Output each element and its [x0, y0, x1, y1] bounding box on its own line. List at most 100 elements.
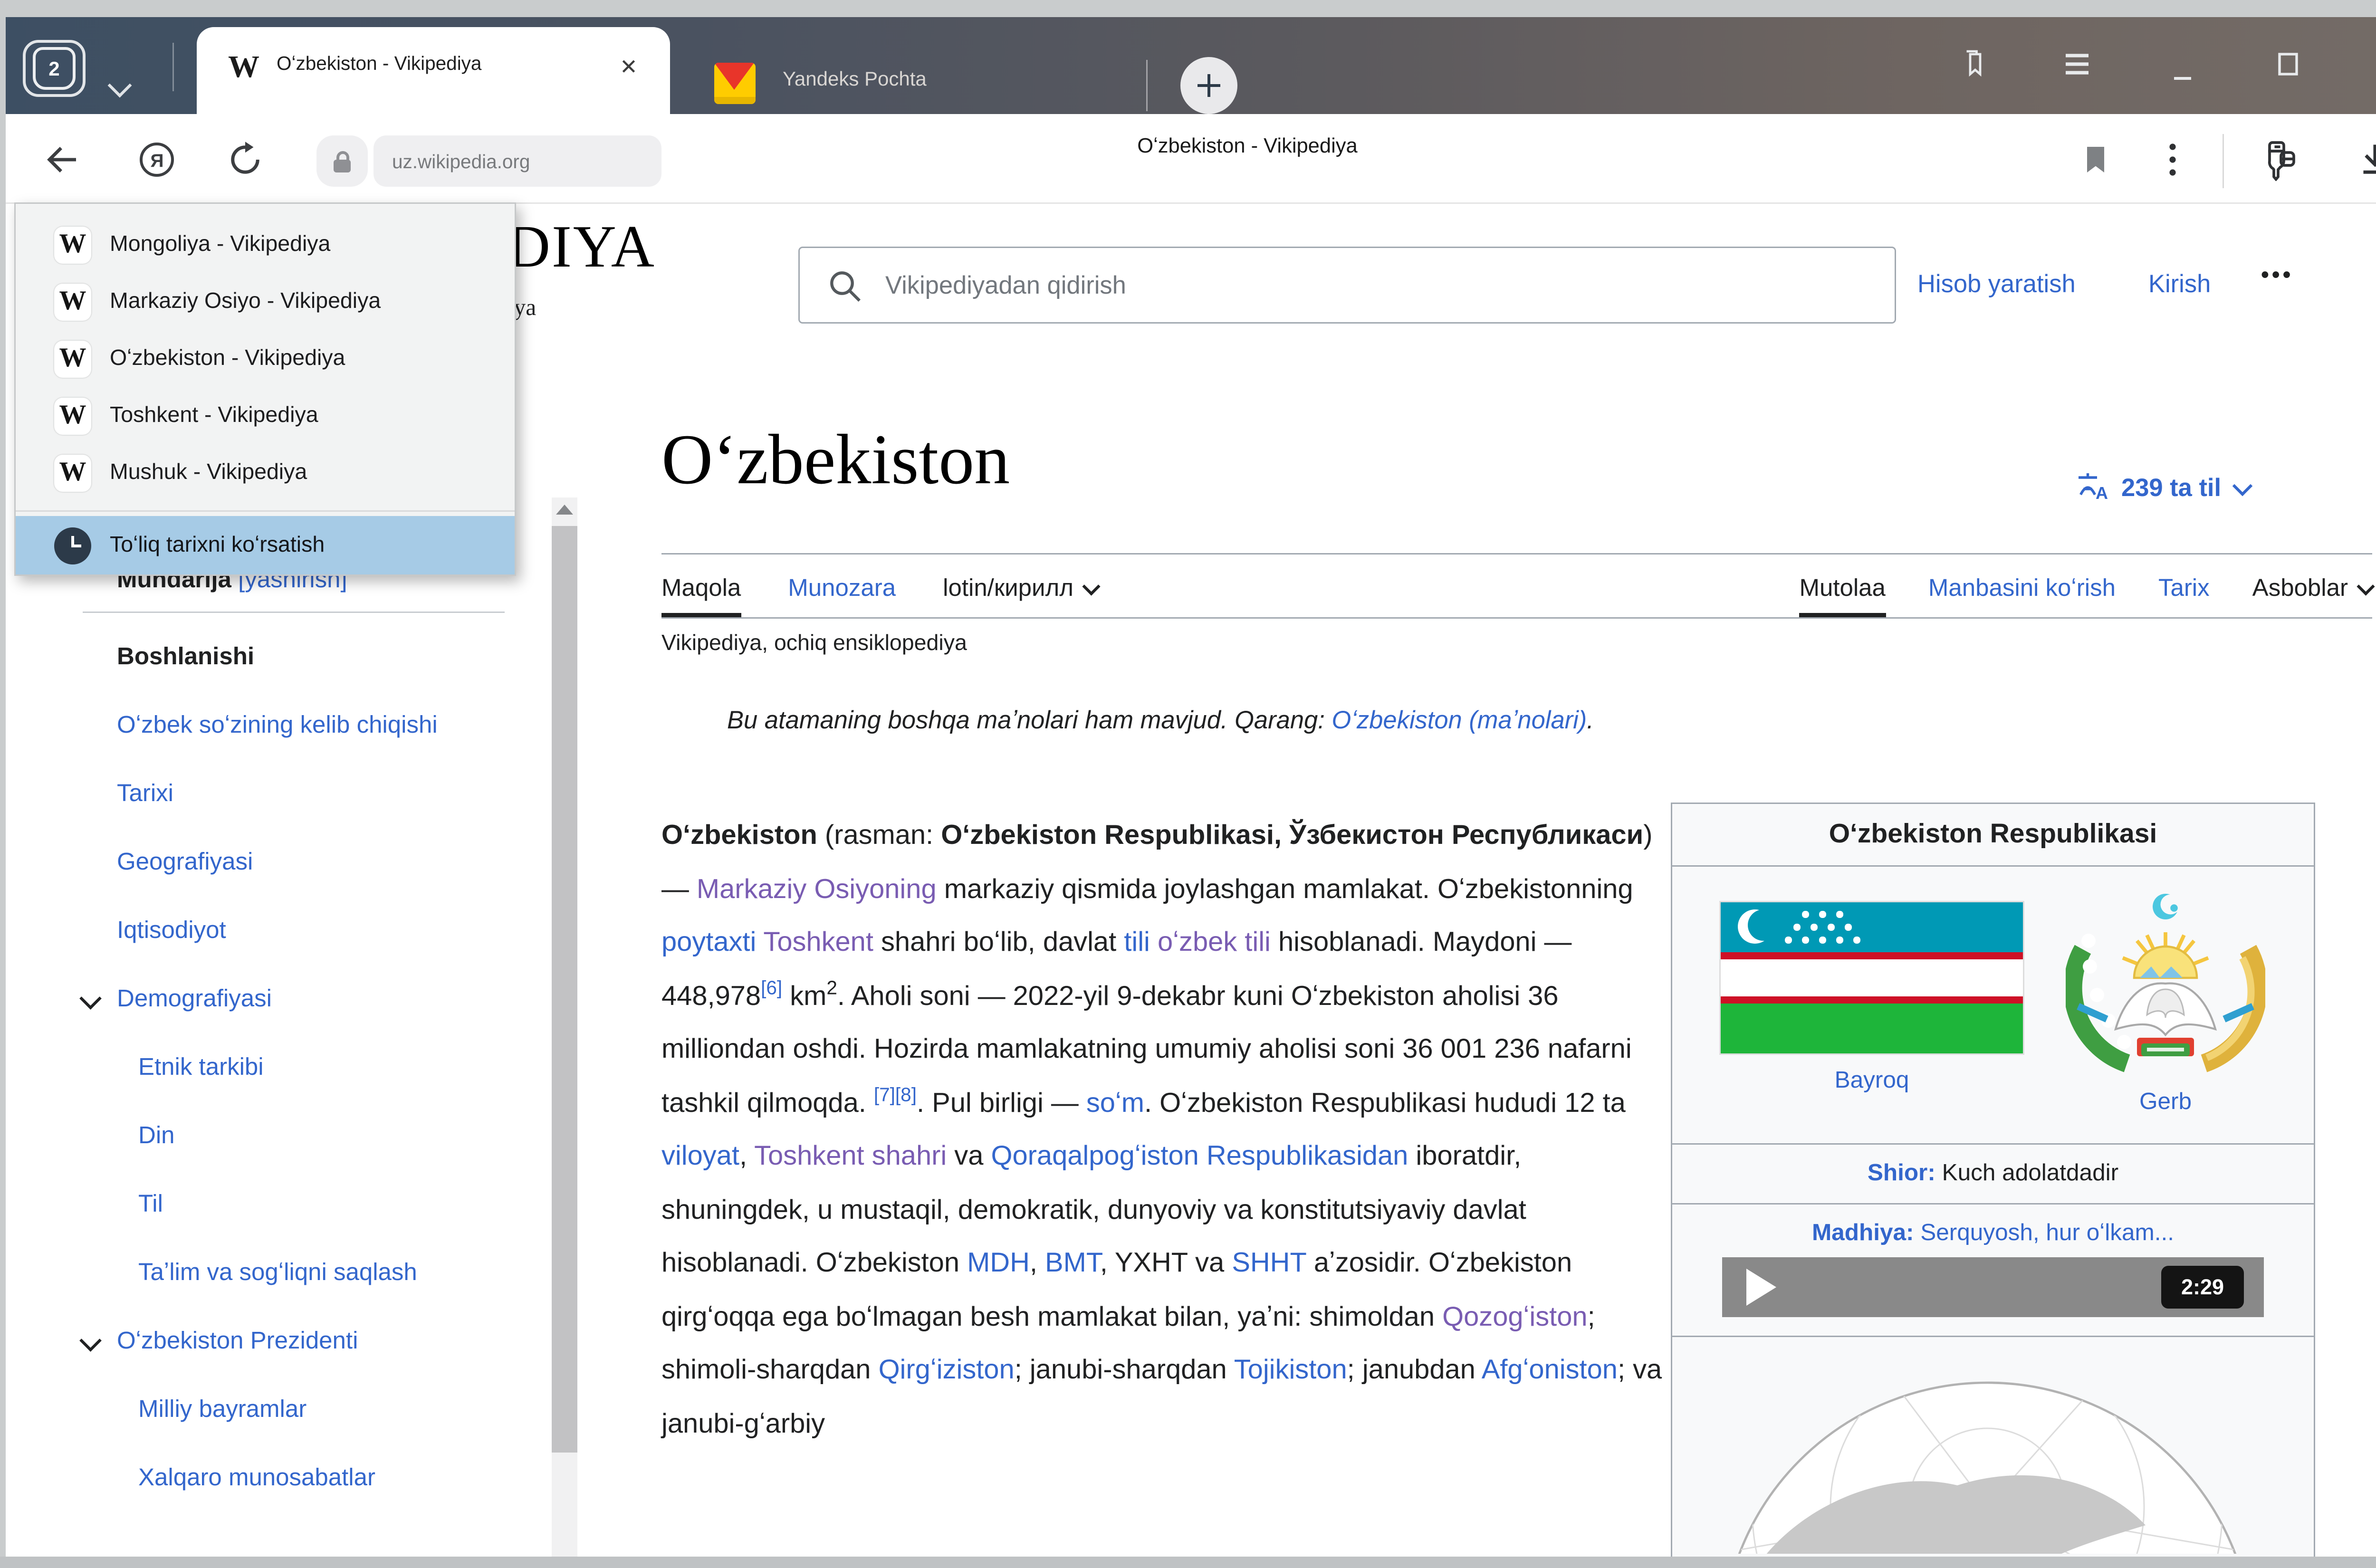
- wikipedia-favicon: W: [54, 227, 91, 264]
- newtab-separator: [1146, 60, 1148, 111]
- article-tabs-right: Mutolaa Manbasini koʻrish Tarix Asboblar: [1799, 574, 2372, 617]
- toc-item[interactable]: Taʼlim va sogʻliqni saqlash: [83, 1257, 463, 1289]
- toc-item[interactable]: Boshlanishi: [83, 641, 442, 673]
- article-tab[interactable]: lotin/кирилл: [943, 574, 1098, 617]
- article-tab[interactable]: Asboblar: [2252, 574, 2372, 617]
- toc-scroll-up-arrow[interactable]: [556, 505, 573, 515]
- toc-item[interactable]: Iqtisodiyot: [83, 915, 442, 947]
- show-full-history-item[interactable]: Toʻliq tarixni koʻrsatish: [16, 516, 515, 574]
- svg-text:A: A: [2096, 483, 2108, 502]
- uzbekistan-flag-image[interactable]: [1721, 902, 2023, 1053]
- anthem-audio-player[interactable]: 2:29: [1722, 1257, 2264, 1317]
- history-menu-item[interactable]: W Mongoliya - Vikipediya: [16, 217, 515, 274]
- toc-item[interactable]: Geografiyasi: [83, 847, 442, 878]
- toc-item[interactable]: Milliy bayramlar: [83, 1394, 463, 1425]
- chevron-down-icon: [2232, 476, 2252, 496]
- language-selector[interactable]: A 239 ta til: [2074, 468, 2250, 509]
- toc-item-label: Til: [138, 1190, 163, 1217]
- back-button[interactable]: [37, 125, 88, 194]
- download-button[interactable]: [2349, 125, 2376, 194]
- wiki-search-box[interactable]: [798, 247, 1896, 324]
- tab-close-button[interactable]: ✕: [613, 51, 644, 83]
- coat-of-arms-image[interactable]: [2066, 884, 2265, 1083]
- create-account-link[interactable]: Hisob yaratish: [1917, 269, 2076, 299]
- history-item-label: Toshkent - Vikipediya: [110, 403, 318, 429]
- show-full-history-label: Toʻliq tarixni koʻrsatish: [110, 533, 325, 558]
- toc-item-label: Oʻzbek soʻzining kelib chiqishi: [117, 711, 438, 738]
- flag-caption-link[interactable]: Bayroq: [1721, 1068, 2023, 1095]
- history-item-list: W Mongoliya - Vikipediya W Markaziy Osiy…: [16, 217, 515, 502]
- history-item-label: Mongoliya - Vikipediya: [110, 232, 330, 258]
- history-item-label: Mushuk - Vikipediya: [110, 460, 307, 486]
- wikipedia-favicon: W: [54, 398, 91, 435]
- side-panel-button[interactable]: [1956, 46, 1993, 83]
- article-tab-label: Mutolaa: [1799, 574, 1885, 603]
- table-of-contents: Mundarija [yashirish] Boshlanishi Oʻzbek…: [83, 566, 510, 1531]
- toc-scrollbar-thumb[interactable]: [552, 526, 577, 1453]
- article-tab[interactable]: Munozara: [788, 574, 896, 617]
- toc-item[interactable]: Din: [83, 1120, 463, 1152]
- toc-item[interactable]: Demografiyasi: [83, 984, 442, 1015]
- login-link[interactable]: Kirish: [2148, 269, 2211, 299]
- yandex-mail-favicon: [714, 63, 756, 104]
- minimize-button[interactable]: [2164, 54, 2201, 91]
- toc-item-label: Etnik tarkibi: [138, 1053, 264, 1080]
- play-icon[interactable]: [1746, 1269, 1776, 1306]
- site-subtitle: Vikipediya, ochiq ensiklopediya: [661, 631, 967, 657]
- article-tab[interactable]: Tarix: [2158, 574, 2210, 617]
- toc-scrollbar[interactable]: [552, 497, 577, 1557]
- flag-crescent: [1738, 909, 1775, 947]
- wiki-search-input[interactable]: [882, 249, 1872, 321]
- new-tab-button[interactable]: [1180, 57, 1237, 114]
- article-tab[interactable]: Maqola: [661, 574, 741, 617]
- browser-window: VIKIPEDIYA Ochiq ensiklopediya Hisob yar…: [0, 0, 2376, 1568]
- anthem-title[interactable]: Madhiya: Serquyosh, hur oʻlkam...: [1672, 1220, 2314, 1247]
- article-tab[interactable]: Mutolaa: [1799, 574, 1885, 617]
- toc-item-label: Din: [138, 1122, 175, 1149]
- reload-button[interactable]: [220, 125, 271, 194]
- second-tab[interactable]: Yandeks Pochta: [783, 67, 927, 90]
- yandex-search-button[interactable]: Я: [131, 125, 182, 194]
- history-menu-item[interactable]: W Markaziy Osiyo - Vikipediya: [16, 274, 515, 331]
- article-tabs-left: Maqola Munozara lotin/кирилл: [661, 574, 1098, 617]
- toc-item[interactable]: Oʻzbek soʻzining kelib chiqishi: [83, 710, 442, 741]
- toc-item-label: Iqtisodiyot: [117, 917, 226, 944]
- toolbar-menu-kebab[interactable]: [2147, 125, 2198, 194]
- article-title: Oʻzbekiston: [661, 418, 1010, 500]
- bookmark-button[interactable]: [2070, 125, 2121, 194]
- address-bar[interactable]: uz.wikipedia.org: [374, 135, 661, 187]
- toc-expand-chevron-icon[interactable]: [79, 987, 102, 1010]
- toc-item-label: Demografiyasi: [117, 985, 272, 1012]
- wikipedia-favicon: W: [54, 284, 91, 321]
- language-count-label: 239 ta til: [2121, 473, 2221, 503]
- active-tab[interactable]: W Oʻzbekiston - Vikipediya ✕: [197, 27, 670, 114]
- location-globe-image: [1672, 1337, 2314, 1554]
- history-menu-item[interactable]: W Mushuk - Vikipediya: [16, 445, 515, 502]
- coa-caption-link[interactable]: Gerb: [2066, 1089, 2265, 1116]
- more-options-dots[interactable]: •••: [2261, 264, 2293, 289]
- toc-item-label: Oʻzbekiston Prezidenti: [117, 1327, 358, 1354]
- history-menu-item[interactable]: W Toshkent - Vikipediya: [16, 388, 515, 445]
- history-menu-item[interactable]: W Oʻzbekiston - Vikipediya: [16, 331, 515, 388]
- toc-item[interactable]: Xalqaro munosabatlar: [83, 1463, 463, 1494]
- toc-item[interactable]: Tarixi: [83, 778, 442, 810]
- tab-list-chevron-icon[interactable]: [108, 74, 132, 98]
- tab-counter-button[interactable]: 2: [23, 40, 86, 97]
- passwords-key-button[interactable]: [2252, 125, 2304, 194]
- article-tab[interactable]: Manbasini koʻrish: [1928, 574, 2116, 617]
- browser-menu-button[interactable]: [2059, 46, 2096, 83]
- window-frame-top: [0, 0, 2376, 17]
- article-tab-label: Maqola: [661, 574, 741, 603]
- toolbar-page-title: Oʻzbekiston - Vikipediya: [998, 135, 1497, 158]
- toc-item[interactable]: Til: [83, 1189, 463, 1220]
- toc-item-label: Tarixi: [117, 780, 173, 807]
- site-security-badge[interactable]: [316, 135, 368, 187]
- toc-item[interactable]: Etnik tarkibi: [83, 1052, 463, 1083]
- toc-item[interactable]: Oʻzbekiston Prezidenti: [83, 1326, 442, 1357]
- infobox-header: Oʻzbekiston Respublikasi: [1672, 804, 2314, 867]
- toc-expand-chevron-icon[interactable]: [79, 1329, 102, 1352]
- maximize-button[interactable]: [2270, 46, 2307, 83]
- active-tab-title: Oʻzbekiston - Vikipediya: [277, 53, 602, 84]
- history-item-label: Markaziy Osiyo - Vikipediya: [110, 289, 381, 315]
- hatnote: Bu atamaning boshqa maʼnolari ham mavjud…: [727, 706, 1811, 736]
